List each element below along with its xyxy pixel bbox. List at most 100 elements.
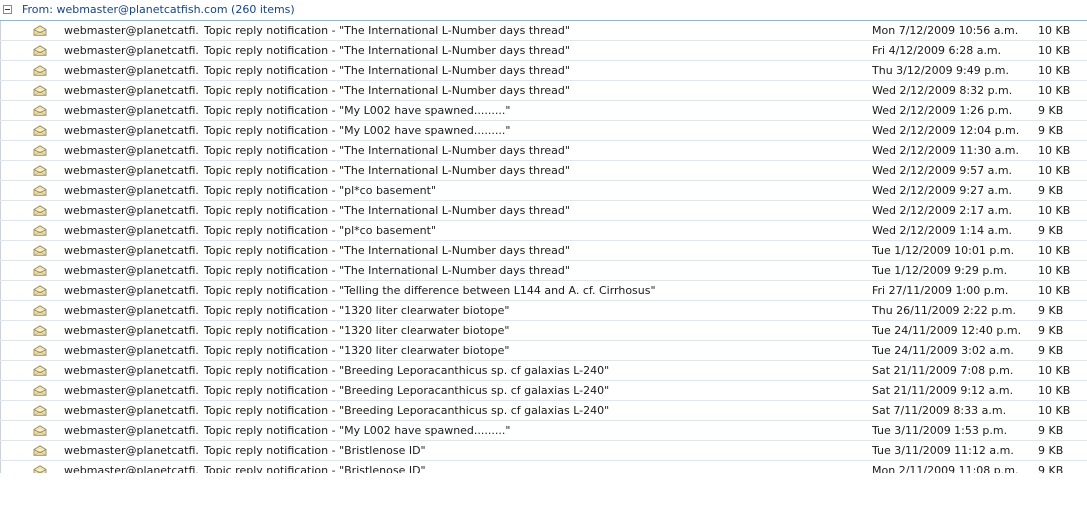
message-from: webmaster@planetcatfi... [64, 64, 198, 77]
message-row[interactable]: webmaster@planetcatfi... Topic reply noti… [0, 301, 1087, 321]
envelope-read-icon [33, 445, 47, 456]
message-row[interactable]: webmaster@planetcatfi... Topic reply noti… [0, 381, 1087, 401]
message-from: webmaster@planetcatfi... [64, 164, 198, 177]
message-row[interactable]: webmaster@planetcatfi... Topic reply noti… [0, 401, 1087, 421]
message-row[interactable]: webmaster@planetcatfi... Topic reply noti… [0, 61, 1087, 81]
message-subject: Topic reply notification - "The Internat… [204, 164, 570, 177]
envelope-read-icon [33, 265, 47, 276]
message-size: 9 KB [1038, 224, 1064, 237]
row-left-border [0, 61, 1, 80]
envelope-read-icon [33, 225, 47, 236]
message-row[interactable]: webmaster@planetcatfi... Topic reply noti… [0, 441, 1087, 461]
envelope-read-icon [33, 345, 47, 356]
message-received: Tue 3/11/2009 1:53 p.m. [872, 424, 1008, 437]
message-received: Fri 27/11/2009 1:00 p.m. [872, 284, 1009, 297]
message-size: 9 KB [1038, 464, 1064, 473]
row-left-border [0, 181, 1, 200]
message-received: Wed 2/12/2009 1:14 a.m. [872, 224, 1013, 237]
collapse-minus-icon[interactable] [3, 5, 12, 14]
message-received: Wed 2/12/2009 11:30 a.m. [872, 144, 1020, 157]
message-received: Tue 24/11/2009 3:02 a.m. [872, 344, 1014, 357]
row-left-border [0, 441, 1, 460]
message-received: Tue 24/11/2009 12:40 p.m. [872, 324, 1022, 337]
message-from: webmaster@planetcatfi... [64, 44, 198, 57]
message-row[interactable]: webmaster@planetcatfi... Topic reply noti… [0, 321, 1087, 341]
envelope-read-icon [33, 125, 47, 136]
message-size: 10 KB [1038, 84, 1071, 97]
message-from: webmaster@planetcatfi... [64, 264, 198, 277]
message-received: Wed 2/12/2009 2:17 a.m. [872, 204, 1013, 217]
message-from: webmaster@planetcatfi... [64, 424, 198, 437]
message-subject: Topic reply notification - "Bristlenose … [204, 464, 426, 473]
message-subject: Topic reply notification - "The Internat… [204, 44, 570, 57]
message-subject: Topic reply notification - "My L002 have… [204, 424, 511, 437]
row-left-border [0, 41, 1, 60]
message-subject: Topic reply notification - "The Internat… [204, 144, 570, 157]
message-row[interactable]: webmaster@planetcatfi... Topic reply noti… [0, 81, 1087, 101]
message-size: 10 KB [1038, 284, 1071, 297]
message-size: 9 KB [1038, 124, 1064, 137]
row-left-border [0, 381, 1, 400]
envelope-read-icon [33, 405, 47, 416]
envelope-read-icon [33, 145, 47, 156]
message-size: 10 KB [1038, 44, 1071, 57]
message-subject: Topic reply notification - "My L002 have… [204, 124, 511, 137]
row-left-border [0, 221, 1, 240]
message-row[interactable]: webmaster@planetcatfi... Topic reply noti… [0, 101, 1087, 121]
message-received: Sat 21/11/2009 9:12 a.m. [872, 384, 1014, 397]
message-size: 10 KB [1038, 364, 1071, 377]
message-row[interactable]: webmaster@planetcatfi... Topic reply noti… [0, 221, 1087, 241]
message-subject: Topic reply notification - "The Internat… [204, 264, 570, 277]
message-subject: Topic reply notification - "pl*co baseme… [204, 224, 436, 237]
message-row[interactable]: webmaster@planetcatfi... Topic reply noti… [0, 241, 1087, 261]
message-row[interactable]: webmaster@planetcatfi... Topic reply noti… [0, 261, 1087, 281]
envelope-read-icon [33, 65, 47, 76]
row-left-border [0, 241, 1, 260]
message-size: 9 KB [1038, 444, 1064, 457]
envelope-read-icon [33, 205, 47, 216]
message-row[interactable]: webmaster@planetcatfi... Topic reply noti… [0, 421, 1087, 441]
message-row[interactable]: webmaster@planetcatfi... Topic reply noti… [0, 461, 1087, 473]
message-size: 10 KB [1038, 204, 1071, 217]
message-row[interactable]: webmaster@planetcatfi... Topic reply noti… [0, 281, 1087, 301]
message-from: webmaster@planetcatfi... [64, 104, 198, 117]
message-subject: Topic reply notification - "1320 liter c… [204, 324, 510, 337]
message-row[interactable]: webmaster@planetcatfi... Topic reply noti… [0, 341, 1087, 361]
row-left-border [0, 261, 1, 280]
row-left-border [0, 461, 1, 473]
envelope-read-icon [33, 365, 47, 376]
envelope-read-icon [33, 325, 47, 336]
message-from: webmaster@planetcatfi... [64, 444, 198, 457]
message-from: webmaster@planetcatfi... [64, 204, 198, 217]
message-size: 9 KB [1038, 304, 1064, 317]
message-row[interactable]: webmaster@planetcatfi... Topic reply noti… [0, 181, 1087, 201]
message-received: Wed 2/12/2009 9:57 a.m. [872, 164, 1013, 177]
message-row[interactable]: webmaster@planetcatfi... Topic reply noti… [0, 21, 1087, 41]
message-size: 10 KB [1038, 264, 1071, 277]
message-row[interactable]: webmaster@planetcatfi... Topic reply noti… [0, 141, 1087, 161]
message-from: webmaster@planetcatfi... [64, 144, 198, 157]
message-from: webmaster@planetcatfi... [64, 304, 198, 317]
message-subject: Topic reply notification - "The Internat… [204, 244, 570, 257]
message-from: webmaster@planetcatfi... [64, 464, 198, 473]
message-size: 10 KB [1038, 244, 1071, 257]
row-left-border [0, 321, 1, 340]
group-header[interactable]: From: webmaster@planetcatfish.com (260 i… [0, 0, 1087, 21]
row-left-border [0, 161, 1, 180]
message-from: webmaster@planetcatfi... [64, 184, 198, 197]
message-subject: Topic reply notification - "The Internat… [204, 204, 570, 217]
message-row[interactable]: webmaster@planetcatfi... Topic reply noti… [0, 361, 1087, 381]
message-row[interactable]: webmaster@planetcatfi... Topic reply noti… [0, 41, 1087, 61]
message-from: webmaster@planetcatfi... [64, 404, 198, 417]
message-row[interactable]: webmaster@planetcatfi... Topic reply noti… [0, 161, 1087, 181]
row-left-border [0, 201, 1, 220]
message-from: webmaster@planetcatfi... [64, 24, 198, 37]
message-subject: Topic reply notification - "Telling the … [204, 284, 656, 297]
envelope-read-icon [33, 45, 47, 56]
envelope-read-icon [33, 185, 47, 196]
message-received: Wed 2/12/2009 1:26 p.m. [872, 104, 1013, 117]
row-left-border [0, 81, 1, 100]
message-row[interactable]: webmaster@planetcatfi... Topic reply noti… [0, 201, 1087, 221]
message-row[interactable]: webmaster@planetcatfi... Topic reply noti… [0, 121, 1087, 141]
message-received: Tue 1/12/2009 9:29 p.m. [872, 264, 1008, 277]
